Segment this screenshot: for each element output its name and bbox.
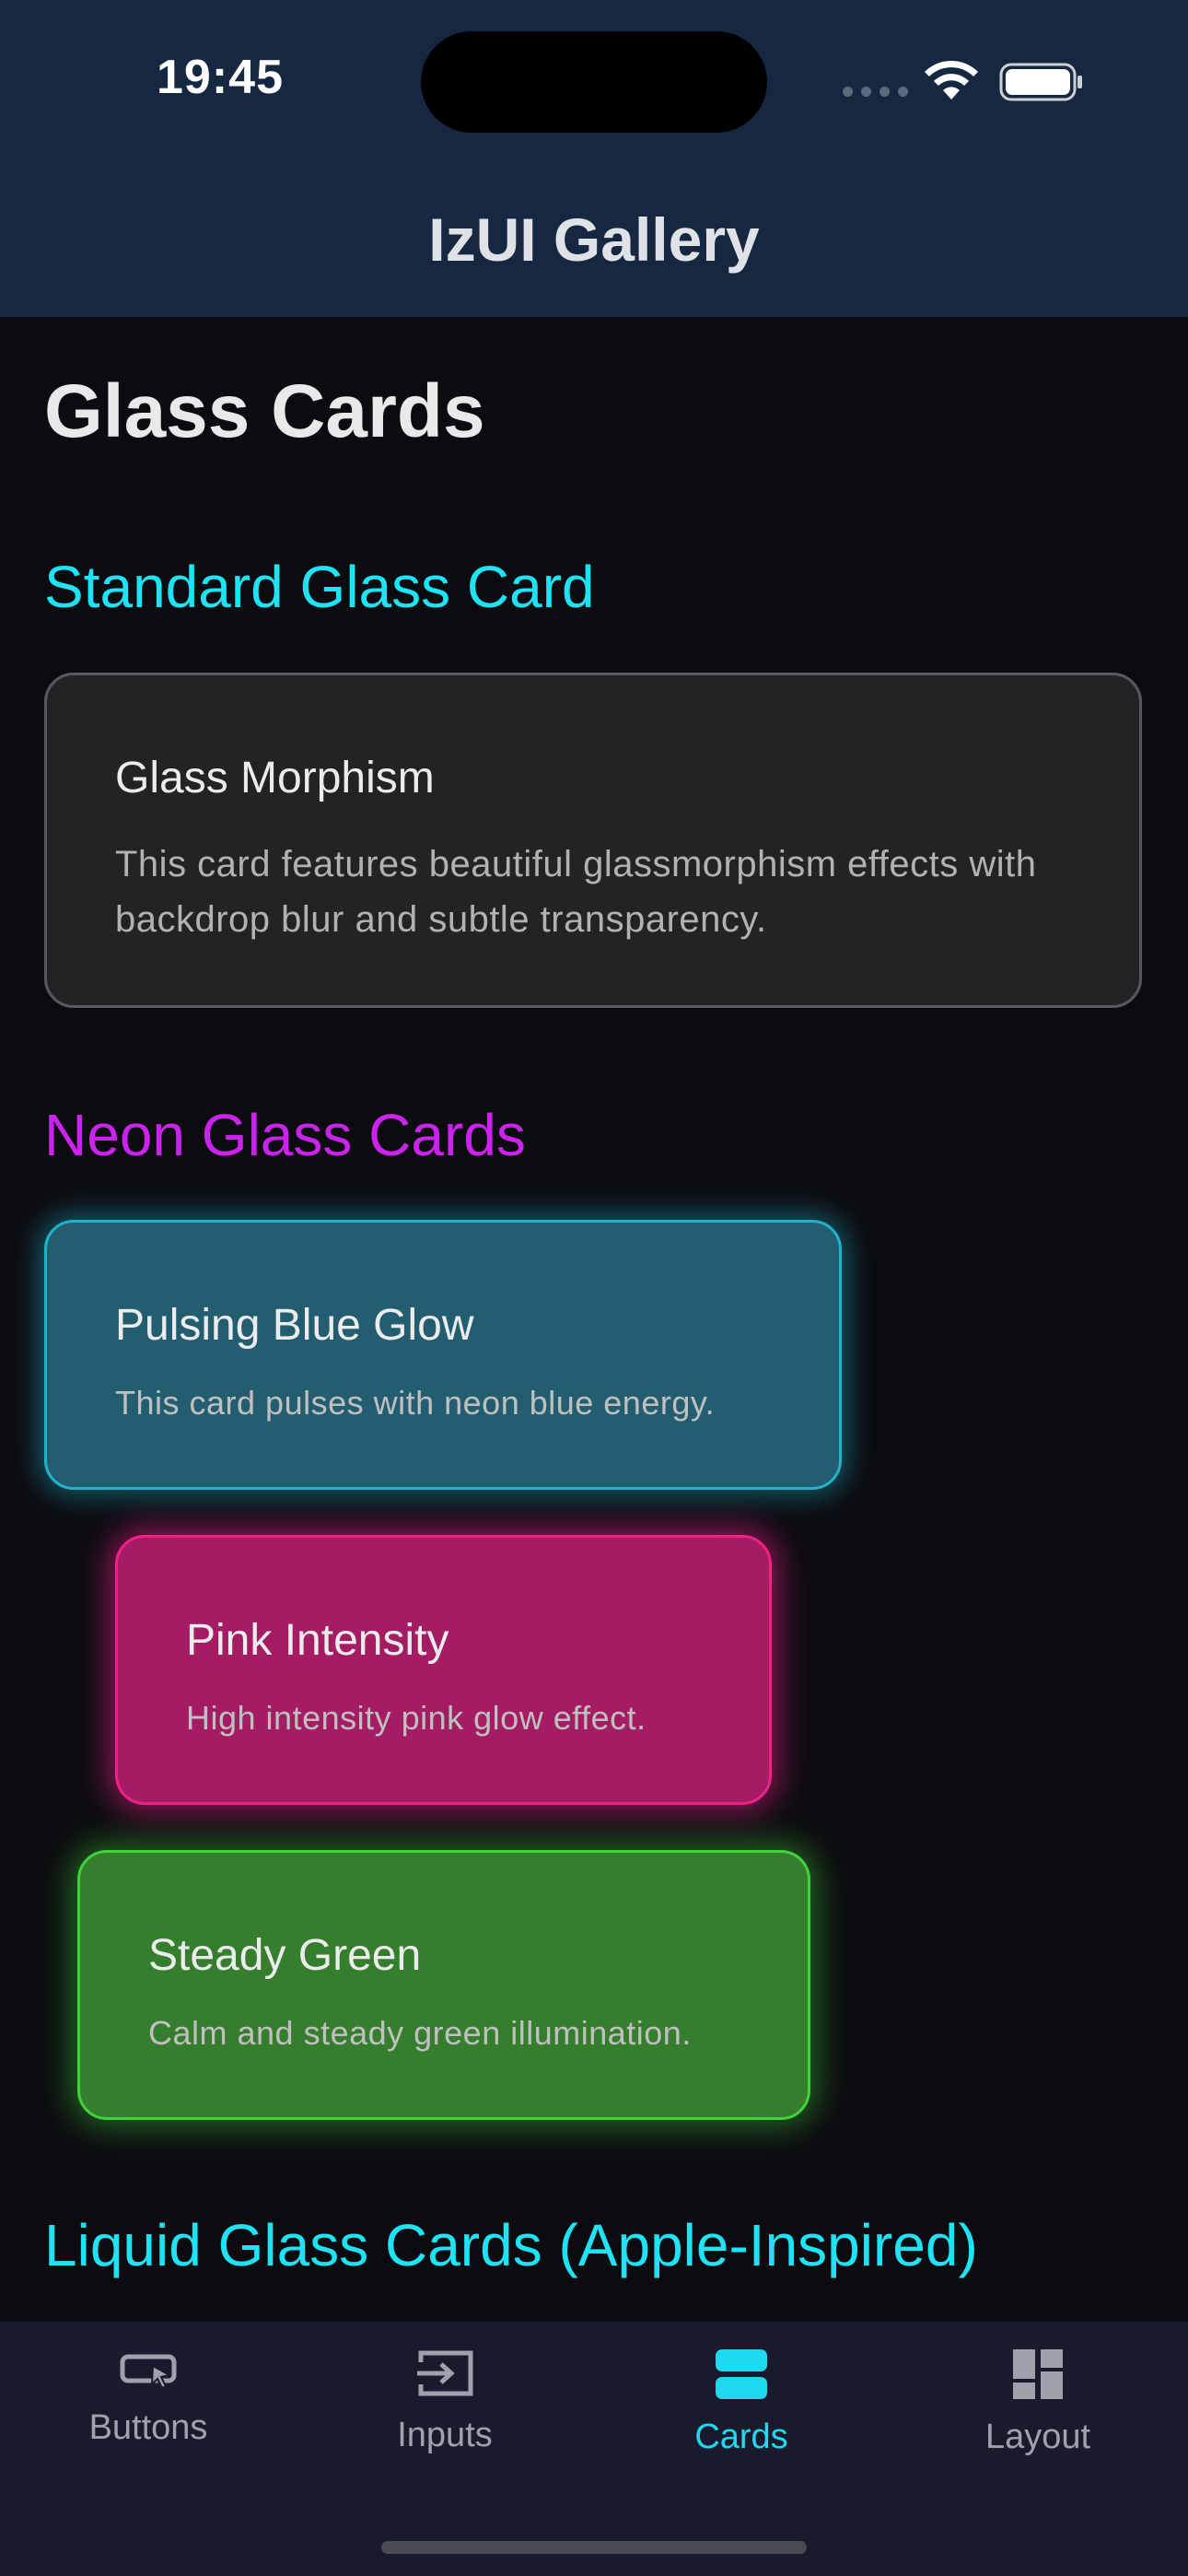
section-title-liquid: Liquid Glass Cards (Apple-Inspired)	[44, 2212, 978, 2278]
input-arrow-icon	[417, 2350, 473, 2396]
dynamic-island	[421, 31, 767, 133]
card-title: Pulsing Blue Glow	[115, 1301, 474, 1350]
cards-stack-icon	[716, 2349, 767, 2399]
wifi-icon	[925, 60, 978, 100]
layout-grid-icon	[1013, 2349, 1063, 2399]
status-time: 19:45	[157, 51, 284, 104]
home-indicator	[381, 2541, 807, 2554]
section-title-standard: Standard Glass Card	[44, 554, 595, 620]
button-cursor-icon	[120, 2354, 177, 2390]
app-header: 19:45 IzUI Gallery	[0, 0, 1188, 317]
section-title-neon: Neon Glass Cards	[44, 1102, 526, 1168]
card-description: This card pulses with neon blue energy.	[115, 1383, 716, 1422]
neon-card-blue[interactable]: Pulsing Blue Glow This card pulses with …	[44, 1220, 842, 1490]
card-description: This card features beautiful glassmorphi…	[115, 843, 1037, 940]
card-title: Steady Green	[148, 1931, 422, 1980]
card-title: Glass Morphism	[115, 754, 435, 802]
app-title: IzUI Gallery	[428, 205, 760, 274]
card-description: Calm and steady green illumination.	[148, 2013, 692, 2052]
neon-card-pink[interactable]: Pink Intensity High intensity pink glow …	[115, 1535, 772, 1805]
tab-layout[interactable]: Layout	[890, 2348, 1186, 2457]
card-title: Pink Intensity	[186, 1616, 449, 1665]
neon-card-green[interactable]: Steady Green Calm and steady green illum…	[77, 1850, 810, 2120]
tab-cards[interactable]: Cards	[593, 2348, 890, 2457]
tab-label: Inputs	[397, 2416, 493, 2454]
tab-label: Buttons	[88, 2408, 208, 2447]
card-description: High intensity pink glow effect.	[186, 1698, 646, 1737]
tab-inputs[interactable]: Inputs	[297, 2348, 593, 2455]
glass-card[interactable]: Glass Morphism This card features beauti…	[44, 673, 1142, 1008]
page-title: Glass Cards	[44, 369, 485, 453]
tab-label: Cards	[694, 2418, 788, 2456]
tab-label: Layout	[984, 2418, 1091, 2456]
tab-bar: Buttons Inputs Cards Layout	[0, 2322, 1188, 2576]
cellular-signal-icon	[843, 87, 908, 97]
tab-buttons[interactable]: Buttons	[0, 2348, 297, 2448]
battery-icon	[999, 63, 1082, 101]
